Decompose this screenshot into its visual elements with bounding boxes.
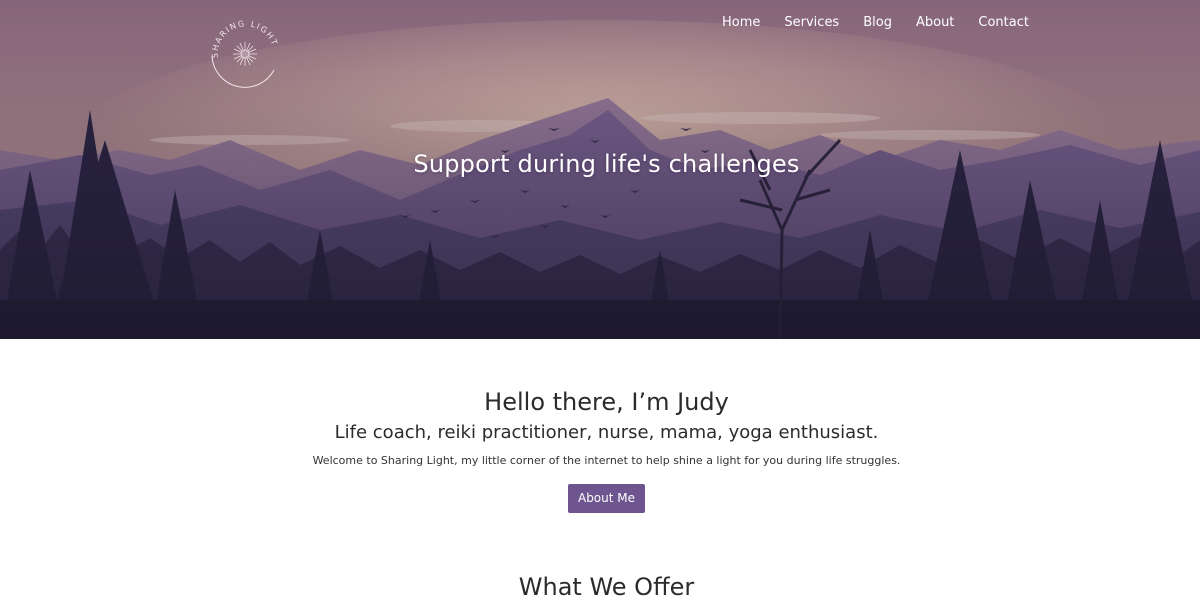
nav-services[interactable]: Services xyxy=(772,13,851,33)
nav-about[interactable]: About xyxy=(904,13,966,33)
sun-logo-icon: SHARING LIGHT xyxy=(211,19,278,88)
intro-heading: Hello there, I’m Judy xyxy=(484,388,729,416)
hero-title: Support during life's challenges xyxy=(413,150,800,178)
site-logo[interactable]: SHARING LIGHT xyxy=(204,12,286,94)
intro-section: Hello there, I’m Judy Life coach, reiki … xyxy=(0,386,1200,513)
nav-home[interactable]: Home xyxy=(710,13,772,33)
about-me-button[interactable]: About Me xyxy=(567,484,646,513)
nav-contact[interactable]: Contact xyxy=(966,13,1041,33)
intro-text: Welcome to Sharing Light, my little corn… xyxy=(312,454,901,467)
hero-banner: SHARING LIGHT Home Services Blog About C… xyxy=(0,0,1200,339)
intro-subheading: Life coach, reiki practitioner, nurse, m… xyxy=(334,422,879,443)
nav-blog[interactable]: Blog xyxy=(851,13,904,33)
offer-heading: What We Offer xyxy=(518,573,695,600)
main-nav: Home Services Blog About Contact xyxy=(710,13,1041,33)
